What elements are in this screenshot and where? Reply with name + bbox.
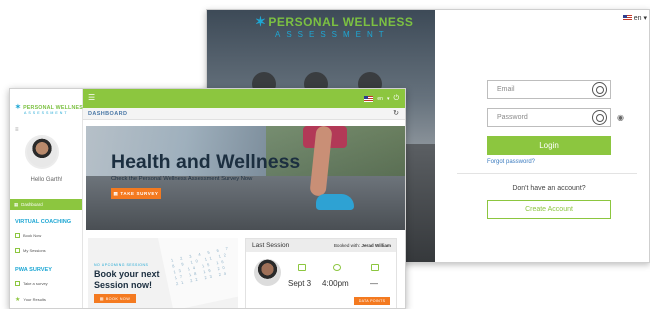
avatar[interactable]	[25, 135, 59, 169]
section-title-pwa-survey: PWA SURVEY	[15, 267, 52, 273]
calendar-image: 1 2 3 4 5 6 78 9 10 11 12 13 14 15 16 17 1…	[158, 238, 238, 308]
breadcrumb-bar: DASHBOARD ↻	[83, 108, 405, 120]
button-label: BOOK NOW	[105, 296, 131, 301]
dashboard-window: ✶ PERSONAL WELLNESS ASSESSMENT ≡ Hello Ga…	[9, 88, 406, 309]
upcoming-label: NO UPCOMING SESSIONS	[94, 263, 149, 267]
last-session-card: Last Session Booked with: Jerad William …	[245, 238, 397, 308]
email-field[interactable]: Email	[487, 80, 611, 99]
brand-logo: ✶ PERSONAL WELLNESS ASSESSMENT	[15, 103, 87, 115]
language-selector[interactable]: en	[377, 96, 383, 102]
calendar-icon: ▦	[99, 297, 104, 301]
brand-tagline: ASSESSMENT	[275, 30, 390, 39]
book-now-button[interactable]: ▦ BOOK NOW	[94, 294, 136, 303]
clipboard-icon: ▤	[113, 190, 119, 196]
hero-banner: Health and Wellness Check the Personal W…	[86, 126, 405, 230]
logo-star-icon: ✶	[15, 104, 22, 111]
eye-icon[interactable]: ◉	[617, 113, 624, 122]
survey-icon	[15, 281, 20, 286]
booked-with-text: Booked with: Jerad William	[334, 243, 391, 248]
upcoming-session-card: 1 2 3 4 5 6 78 9 10 11 12 13 14 15 16 17 1…	[88, 238, 238, 308]
booked-with-prefix: Booked with:	[333, 243, 361, 248]
no-account-text: Don't have an account?	[512, 185, 586, 192]
language-label: en	[633, 14, 642, 22]
coach-name: Jerad William	[361, 243, 391, 248]
clock-icon	[333, 264, 341, 271]
greeting: Hello Garth!	[30, 177, 63, 183]
sidebar-item-label: Dashboard	[21, 202, 43, 207]
calendar-icon	[298, 264, 306, 271]
road-image	[86, 176, 405, 230]
email-placeholder: Email	[497, 86, 515, 93]
dashboard-icon: ▦	[14, 201, 19, 207]
brand-name: PERSONAL WELLNESS	[268, 15, 414, 29]
fingerprint-icon	[592, 110, 607, 125]
calendar-icon	[15, 233, 20, 238]
notes-icon	[371, 264, 379, 271]
sidebar-item-your-results[interactable]: ★ Your Results	[15, 296, 46, 303]
password-placeholder: Password	[497, 114, 528, 121]
session-extra: —	[370, 279, 378, 288]
sidebar-item-label: Take a survey	[23, 281, 48, 286]
refresh-icon[interactable]: ↻	[393, 109, 399, 117]
chevron-down-icon: ▾	[643, 15, 647, 22]
take-survey-button[interactable]: ▤ TAKE SURVEY	[111, 188, 161, 199]
hamburger-menu-icon[interactable]: ☰	[88, 94, 95, 102]
create-account-button[interactable]: Create Account	[487, 200, 611, 219]
logo-star-icon: ✶	[255, 14, 267, 29]
runner-legs-image	[298, 126, 358, 230]
chevron-down-icon[interactable]: ▾	[387, 96, 390, 102]
collapse-icon[interactable]: ≡	[15, 127, 19, 133]
power-icon[interactable]: ⏻	[393, 95, 399, 103]
coach-avatar	[254, 259, 281, 286]
button-label: TAKE SURVEY	[120, 191, 159, 196]
topbar: ☰ en ▾ ⏻	[83, 89, 405, 108]
fingerprint-icon	[592, 82, 607, 97]
language-selector[interactable]: en ▾	[622, 14, 647, 22]
sidebar: ✶ PERSONAL WELLNESS ASSESSMENT ≡ Hello Ga…	[10, 89, 87, 308]
sidebar-item-label: My Sessions	[23, 248, 46, 253]
login-form: en ▾ Email Password ◉ Login Forgot passw…	[435, 10, 649, 262]
section-title-virtual-coaching: VIRTUAL COACHING	[15, 219, 72, 225]
password-field[interactable]: Password ◉	[487, 108, 624, 127]
sessions-icon	[15, 248, 20, 253]
us-flag-icon	[364, 96, 374, 102]
forgot-password-link[interactable]: Forgot password?	[487, 159, 535, 165]
brand-logo: ✶ PERSONAL WELLNESS ASSESSMENT	[255, 14, 413, 39]
data-points-button[interactable]: DATA POINTS	[354, 297, 390, 305]
sidebar-item-book-now[interactable]: Book Now	[15, 233, 41, 238]
banner-subtitle: Check the Personal Wellness Assessment S…	[111, 176, 253, 182]
last-session-title: Last Session	[252, 242, 290, 249]
upcoming-title: Book your next Session now!	[94, 269, 160, 290]
banner-title: Health and Wellness	[111, 151, 301, 173]
star-icon: ★	[15, 297, 21, 303]
sidebar-item-take-survey[interactable]: Take a survey	[15, 281, 48, 286]
breadcrumb: DASHBOARD	[88, 111, 128, 117]
login-button[interactable]: Login	[487, 136, 611, 155]
session-time: 4:00pm	[322, 279, 349, 288]
divider	[457, 173, 637, 174]
sidebar-item-label: Your Results	[23, 297, 46, 302]
sidebar-item-my-sessions[interactable]: My Sessions	[15, 248, 46, 253]
sidebar-item-label: Book Now	[23, 233, 42, 238]
session-date: Sept 3	[288, 279, 312, 288]
us-flag-icon	[622, 15, 632, 21]
sidebar-item-dashboard[interactable]: ▦ Dashboard	[10, 199, 82, 210]
brand-tagline: ASSESSMENT	[24, 111, 69, 115]
